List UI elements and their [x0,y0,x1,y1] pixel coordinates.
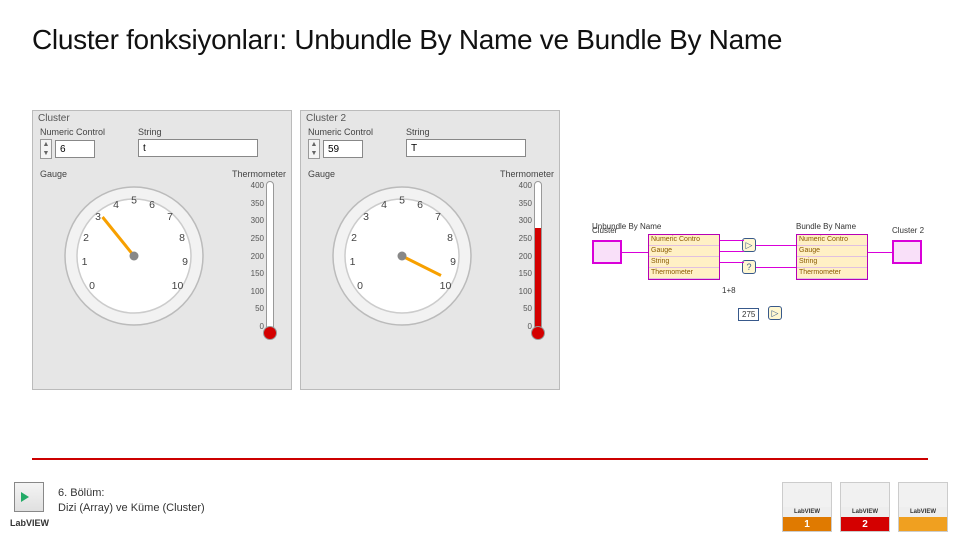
bd-const-add: 1+8 [722,286,736,295]
svg-text:10: 10 [172,280,184,292]
svg-text:6: 6 [417,199,423,211]
string-label-2: String [406,127,552,137]
bd-func-node[interactable]: ? [742,260,756,274]
thermometer-1[interactable]: 400 350 300 250 200 150 100 50 0 [244,181,274,351]
svg-text:8: 8 [447,232,453,244]
thermo-label-1: Thermometer [232,169,286,179]
numeric-spinner-2[interactable]: ▲▼ [308,139,320,159]
book-2: LabVIEW 2 [840,482,890,532]
svg-text:0: 0 [357,280,363,292]
svg-text:3: 3 [363,211,369,223]
numeric-label-1: Numeric Control [40,127,130,137]
svg-text:9: 9 [182,256,188,268]
footer-caption: 6. Bölüm: Dizi (Array) ve Küme (Cluster) [58,486,205,516]
bd-cluster-out-label: Cluster 2 [892,226,924,235]
thermo-scale-1: 400 350 300 250 200 150 100 50 0 [244,181,266,331]
bd-const-thermo[interactable]: 275 [738,308,759,321]
string-input-2[interactable] [406,139,526,157]
svg-text:4: 4 [113,199,119,211]
bd-bundle-label: Bundle By Name [796,222,856,231]
string-label-1: String [138,127,284,137]
svg-text:1: 1 [82,256,88,268]
svg-text:5: 5 [399,195,405,207]
svg-text:7: 7 [435,211,441,223]
numeric-label-2: Numeric Control [308,127,398,137]
svg-text:3: 3 [95,211,101,223]
slide-canvas: Cluster Numeric Control ▲▼ String Gauge [32,110,940,440]
svg-text:9: 9 [450,256,456,268]
block-diagram: Cluster Unbundle By Name Numeric Contro … [592,220,932,340]
thermo-label-2: Thermometer [500,169,554,179]
slide-footer: LabVIEW 6. Bölüm: Dizi (Array) ve Küme (… [0,470,960,540]
numeric-spinner-1[interactable]: ▲▼ [40,139,52,159]
svg-text:7: 7 [167,211,173,223]
gauge-label-1: Gauge [40,169,67,179]
footer-chapter-title: Dizi (Array) ve Küme (Cluster) [58,501,205,516]
bd-cluster-in[interactable] [592,240,622,264]
numeric-control-2[interactable]: ▲▼ [308,139,398,159]
bd-bundle-node[interactable]: Numeric Contro Gauge String Thermometer [796,234,868,280]
thermo-fill-2 [535,228,541,330]
footer-books: LabVIEW 1 LabVIEW 2 LabVIEW [782,482,948,532]
numeric-control-1[interactable]: ▲▼ [40,139,130,159]
svg-text:2: 2 [83,232,89,244]
svg-text:0: 0 [89,280,95,292]
gauge-2[interactable]: 0 1 2 3 4 5 6 7 8 9 10 [327,181,477,331]
svg-text:1: 1 [350,256,356,268]
panel-2-title: Cluster 2 [300,110,560,127]
slide-title: Cluster fonksiyonları: Unbundle By Name … [32,24,782,56]
svg-text:10: 10 [440,280,452,292]
book-1: LabVIEW 1 [782,482,832,532]
cluster-panel-1: Cluster Numeric Control ▲▼ String Gauge [32,110,292,390]
cluster-panel-2: Cluster 2 Numeric Control ▲▼ String Gaug… [300,110,560,390]
labview-logo-text: LabVIEW [10,518,49,528]
footer-divider [32,458,928,460]
bd-unbundle-node[interactable]: Numeric Contro Gauge String Thermometer [648,234,720,280]
book-3: LabVIEW [898,482,948,532]
thermo-scale-2: 400 350 300 250 200 150 100 50 0 [512,181,534,331]
panel-1-title: Cluster [32,110,292,127]
bd-unbundle-label: Unbundle By Name [592,222,661,231]
svg-text:2: 2 [351,232,357,244]
string-input-1[interactable] [138,139,258,157]
gauge-1[interactable]: 0 1 2 3 4 5 6 7 8 9 10 [59,181,209,331]
labview-logo-icon [14,482,44,512]
bd-cluster-out[interactable] [892,240,922,264]
gauge-label-2: Gauge [308,169,335,179]
svg-text:4: 4 [381,199,387,211]
svg-text:8: 8 [179,232,185,244]
footer-chapter-no: 6. Bölüm: [58,486,205,501]
thermometer-2[interactable]: 400 350 300 250 200 150 100 50 0 [512,181,542,351]
bd-add-node[interactable]: ▷ [742,238,756,252]
svg-text:6: 6 [149,199,155,211]
numeric-input-1[interactable] [55,140,95,158]
bd-func-node-2[interactable]: ▷ [768,306,782,320]
numeric-input-2[interactable] [323,140,363,158]
svg-text:5: 5 [131,195,137,207]
